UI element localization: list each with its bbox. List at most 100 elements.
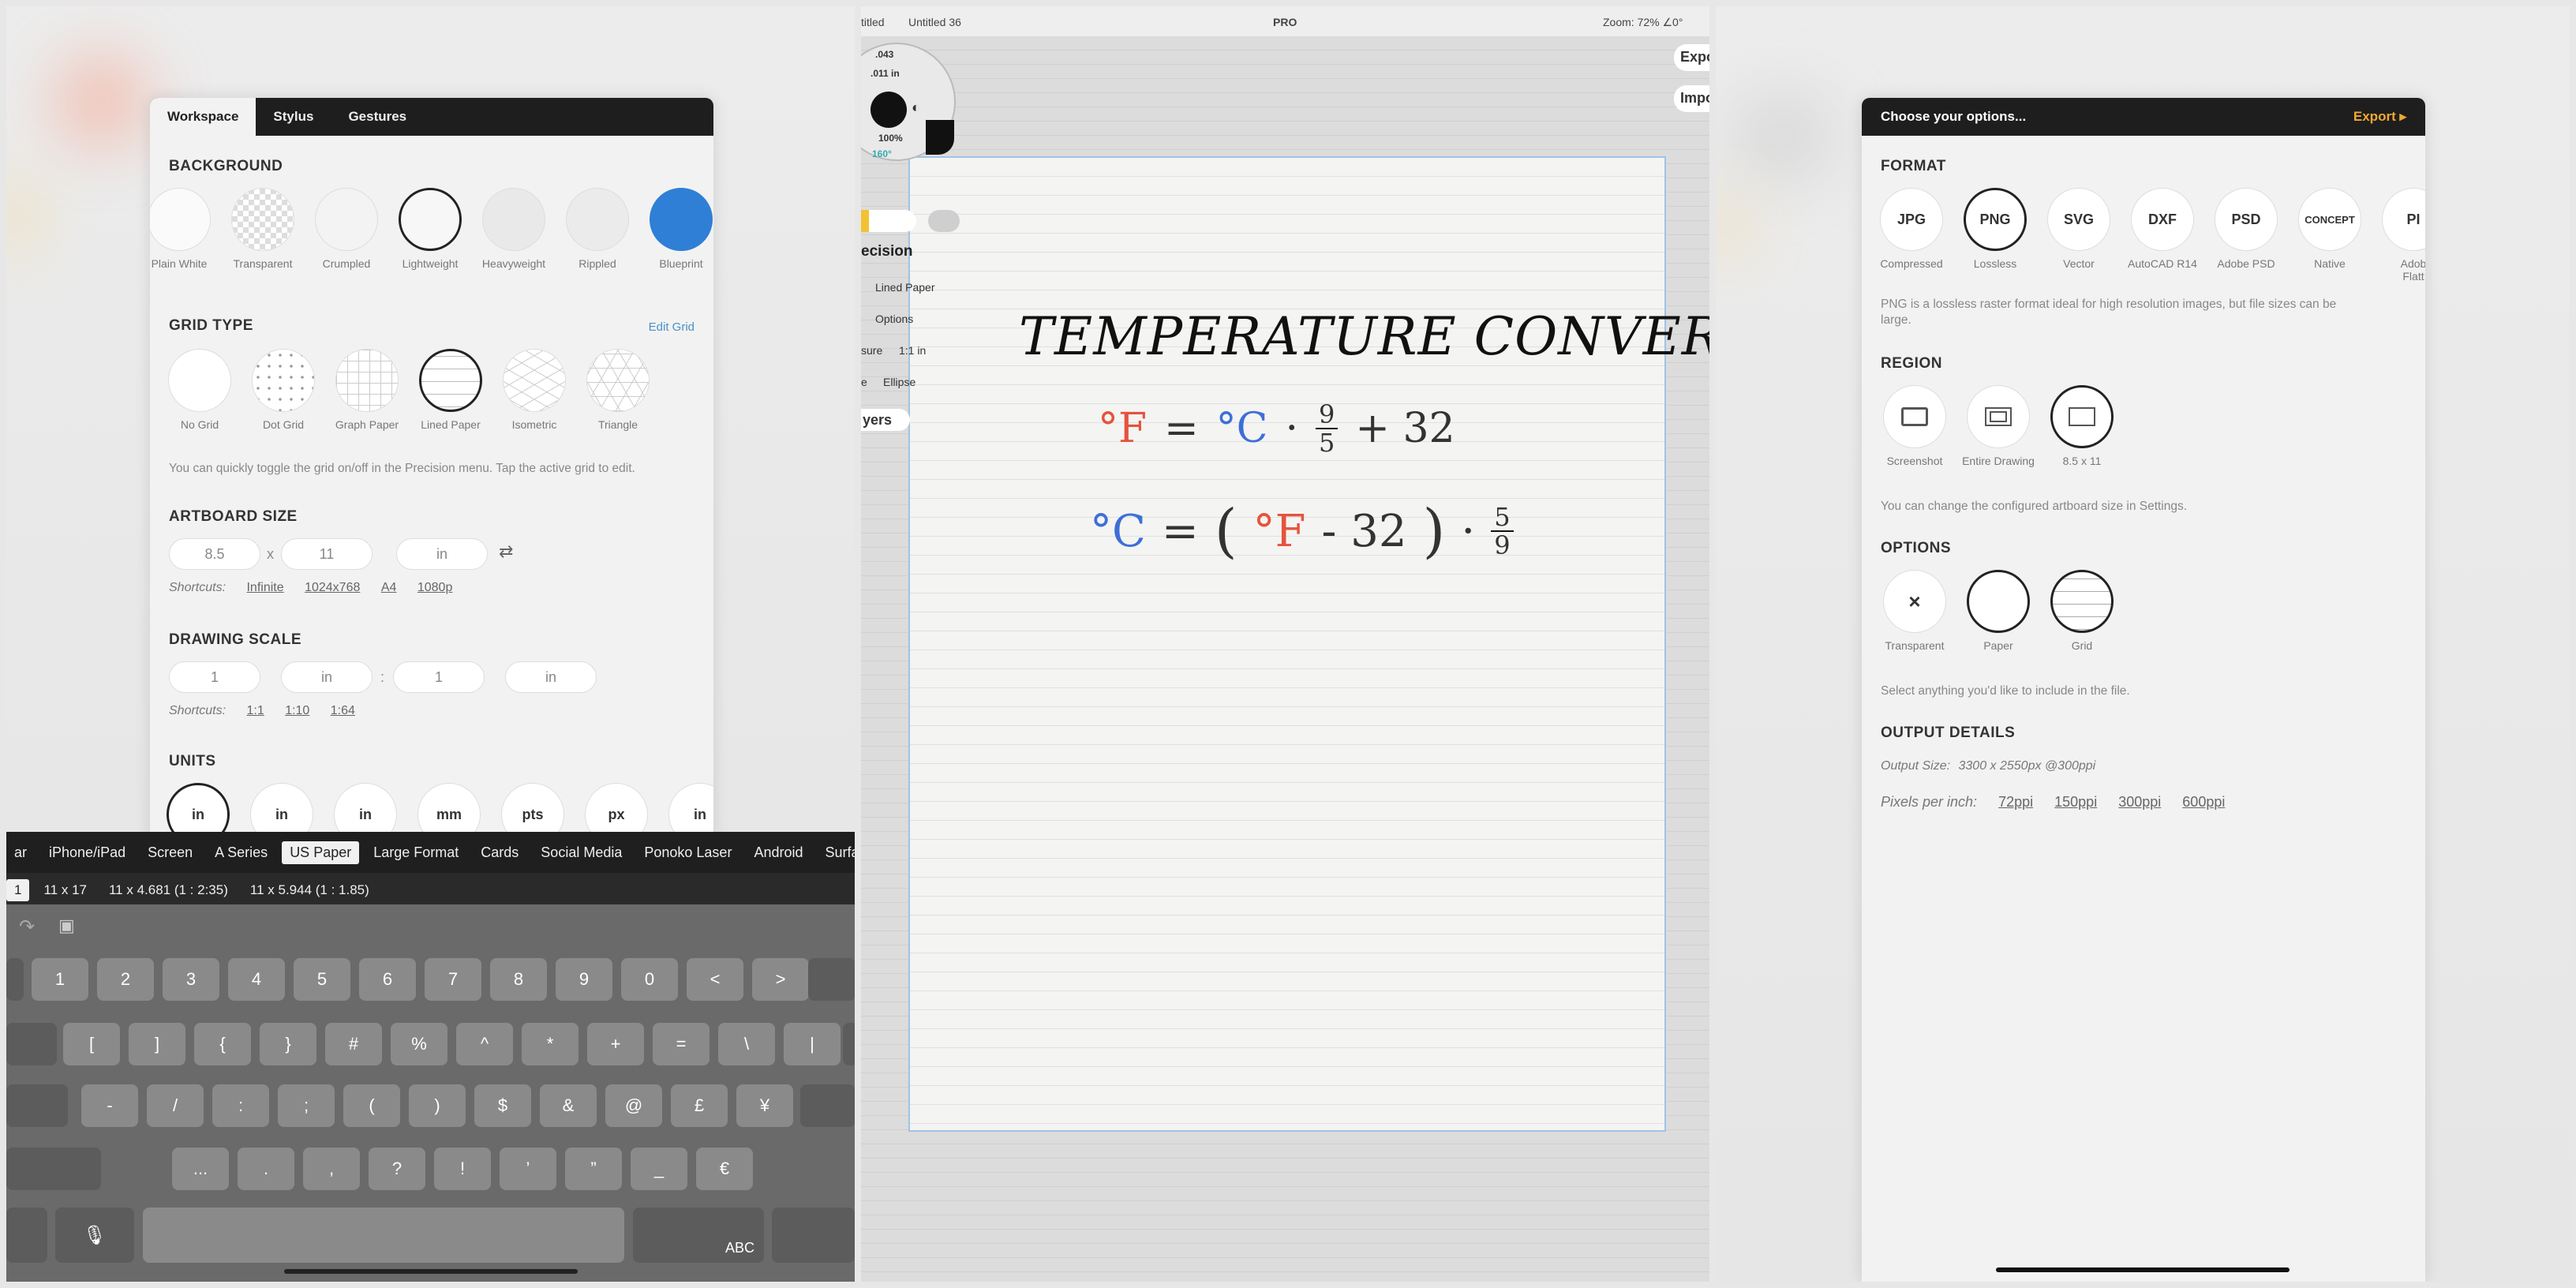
- category-item[interactable]: A Series: [207, 841, 275, 864]
- abc-key[interactable]: ABC: [633, 1208, 764, 1263]
- keyboard-key[interactable]: /: [147, 1084, 204, 1127]
- category-item-selected[interactable]: US Paper: [282, 841, 360, 864]
- tab-gestures[interactable]: Gestures: [331, 98, 424, 136]
- key-modifier[interactable]: [843, 1023, 855, 1065]
- keyboard-key[interactable]: @: [605, 1084, 662, 1127]
- grid-lined[interactable]: Lined Paper: [409, 349, 492, 431]
- microphone-key[interactable]: 🎙: [55, 1208, 134, 1263]
- keyboard-key[interactable]: 4: [228, 958, 285, 1001]
- category-item[interactable]: ar: [6, 841, 35, 864]
- zoom-readout[interactable]: Zoom: 72% ∠0°: [1603, 16, 1683, 29]
- category-item[interactable]: Social Media: [533, 841, 630, 864]
- shortcut-infinite[interactable]: Infinite: [246, 581, 283, 594]
- artboard[interactable]: [908, 156, 1666, 1132]
- menu-options[interactable]: Options: [875, 313, 913, 325]
- keyboard-key[interactable]: ,: [303, 1148, 360, 1190]
- grid-graph[interactable]: Graph Paper: [325, 349, 409, 431]
- keyboard-key[interactable]: <: [687, 958, 743, 1001]
- artboard-width-input[interactable]: 8.5: [169, 538, 260, 570]
- category-item[interactable]: Screen: [140, 841, 200, 864]
- menu-shape-value[interactable]: Ellipse: [883, 376, 915, 388]
- key-modifier[interactable]: [6, 1084, 68, 1127]
- keyboard-key[interactable]: |: [784, 1023, 841, 1065]
- brush-color-swatch[interactable]: [871, 92, 907, 128]
- ppi-600[interactable]: 600ppi: [2182, 794, 2225, 810]
- space-key[interactable]: [143, 1208, 624, 1263]
- size-item-selected[interactable]: 1: [6, 879, 30, 901]
- keyboard-key[interactable]: }: [260, 1023, 316, 1065]
- keyboard-key[interactable]: ): [409, 1084, 466, 1127]
- layers-button[interactable]: yers: [861, 409, 910, 431]
- opacity-icon[interactable]: ◐: [912, 99, 920, 116]
- grid-triangle[interactable]: Triangle: [576, 349, 660, 431]
- keyboard-key[interactable]: {: [194, 1023, 251, 1065]
- category-item[interactable]: Ponoko Laser: [636, 841, 739, 864]
- keyboard-key[interactable]: $: [474, 1084, 531, 1127]
- bg-blueprint[interactable]: Blueprint: [639, 188, 713, 270]
- swap-orientation-icon[interactable]: ⇄: [499, 541, 513, 562]
- option-grid[interactable]: Grid: [2040, 570, 2124, 652]
- keyboard-key[interactable]: 8: [490, 958, 547, 1001]
- keyboard-key[interactable]: 6: [359, 958, 416, 1001]
- grid-dot[interactable]: Dot Grid: [242, 349, 325, 431]
- size-item[interactable]: 11 x 5.944 (1 : 1.85): [242, 879, 377, 901]
- key-modifier[interactable]: [800, 1084, 855, 1127]
- shortcut-1-10[interactable]: 1:10: [285, 704, 309, 717]
- region-entire-drawing[interactable]: Entire Drawing: [1956, 385, 2040, 467]
- keyboard-key[interactable]: ;: [278, 1084, 335, 1127]
- shortcut-1024x768[interactable]: 1024x768: [305, 581, 360, 594]
- keyboard-key[interactable]: ...: [172, 1148, 229, 1190]
- keyboard-key[interactable]: (: [343, 1084, 400, 1127]
- keyboard-key[interactable]: !: [434, 1148, 491, 1190]
- keyboard-key[interactable]: >: [752, 958, 809, 1001]
- bg-heavyweight[interactable]: Heavyweight: [472, 188, 556, 270]
- category-item[interactable]: Surface: [817, 841, 855, 864]
- tab-workspace[interactable]: Workspace: [150, 98, 256, 136]
- keyboard-key[interactable]: 5: [294, 958, 350, 1001]
- keyboard-key[interactable]: £: [671, 1084, 728, 1127]
- key-modifier[interactable]: [6, 1023, 57, 1065]
- format-svg[interactable]: SVG Vector: [2037, 188, 2121, 283]
- keyboard-key[interactable]: 2: [97, 958, 154, 1001]
- format-dxf[interactable]: DXF AutoCAD R14: [2121, 188, 2204, 283]
- grid-none[interactable]: No Grid: [158, 349, 242, 431]
- grid-isometric[interactable]: Isometric: [492, 349, 576, 431]
- keyboard-key[interactable]: €: [696, 1148, 753, 1190]
- keyboard-key[interactable]: *: [522, 1023, 578, 1065]
- keyboard-key[interactable]: ’: [500, 1148, 556, 1190]
- format-psd[interactable]: PSD Adobe PSD: [2204, 188, 2288, 283]
- import-button[interactable]: Impo: [1674, 85, 1709, 112]
- scale-b-unit-input[interactable]: in: [505, 661, 597, 693]
- keyboard-key[interactable]: ]: [129, 1023, 185, 1065]
- keyboard-key[interactable]: \: [718, 1023, 775, 1065]
- size-item[interactable]: 11 x 17: [36, 879, 95, 901]
- ppi-300[interactable]: 300ppi: [2118, 794, 2161, 810]
- shortcut-1080p[interactable]: 1080p: [417, 581, 453, 594]
- ppi-72[interactable]: 72ppi: [1998, 794, 2033, 810]
- shortcut-1-64[interactable]: 1:64: [331, 704, 355, 717]
- bg-crumpled[interactable]: Crumpled: [305, 188, 388, 270]
- artboard-height-input[interactable]: 11: [281, 538, 373, 570]
- export-button[interactable]: Expo: [1674, 44, 1709, 71]
- shortcut-a4[interactable]: A4: [381, 581, 397, 594]
- keyboard-key[interactable]: 3: [163, 958, 219, 1001]
- tab-stylus[interactable]: Stylus: [256, 98, 331, 136]
- keyboard-key[interactable]: +: [587, 1023, 644, 1065]
- bg-plain-white[interactable]: Plain White: [150, 188, 221, 270]
- keyboard-key[interactable]: ”: [565, 1148, 622, 1190]
- keyboard-key[interactable]: 0: [621, 958, 678, 1001]
- option-paper[interactable]: Paper: [1956, 570, 2040, 652]
- keyboard-key[interactable]: -: [81, 1084, 138, 1127]
- category-item[interactable]: Android: [746, 841, 811, 864]
- keyboard-key[interactable]: _: [631, 1148, 687, 1190]
- breadcrumb-current[interactable]: Untitled 36: [908, 16, 961, 28]
- scale-b-input[interactable]: 1: [393, 661, 485, 693]
- color-slider[interactable]: [861, 210, 916, 232]
- ppi-150[interactable]: 150ppi: [2054, 794, 2097, 810]
- keyboard-key[interactable]: ^: [456, 1023, 513, 1065]
- keyboard-key[interactable]: ?: [369, 1148, 425, 1190]
- category-item[interactable]: Large Format: [365, 841, 466, 864]
- scale-a-input[interactable]: 1: [169, 661, 260, 693]
- key-modifier[interactable]: [6, 958, 24, 1001]
- keyboard-key[interactable]: %: [391, 1023, 447, 1065]
